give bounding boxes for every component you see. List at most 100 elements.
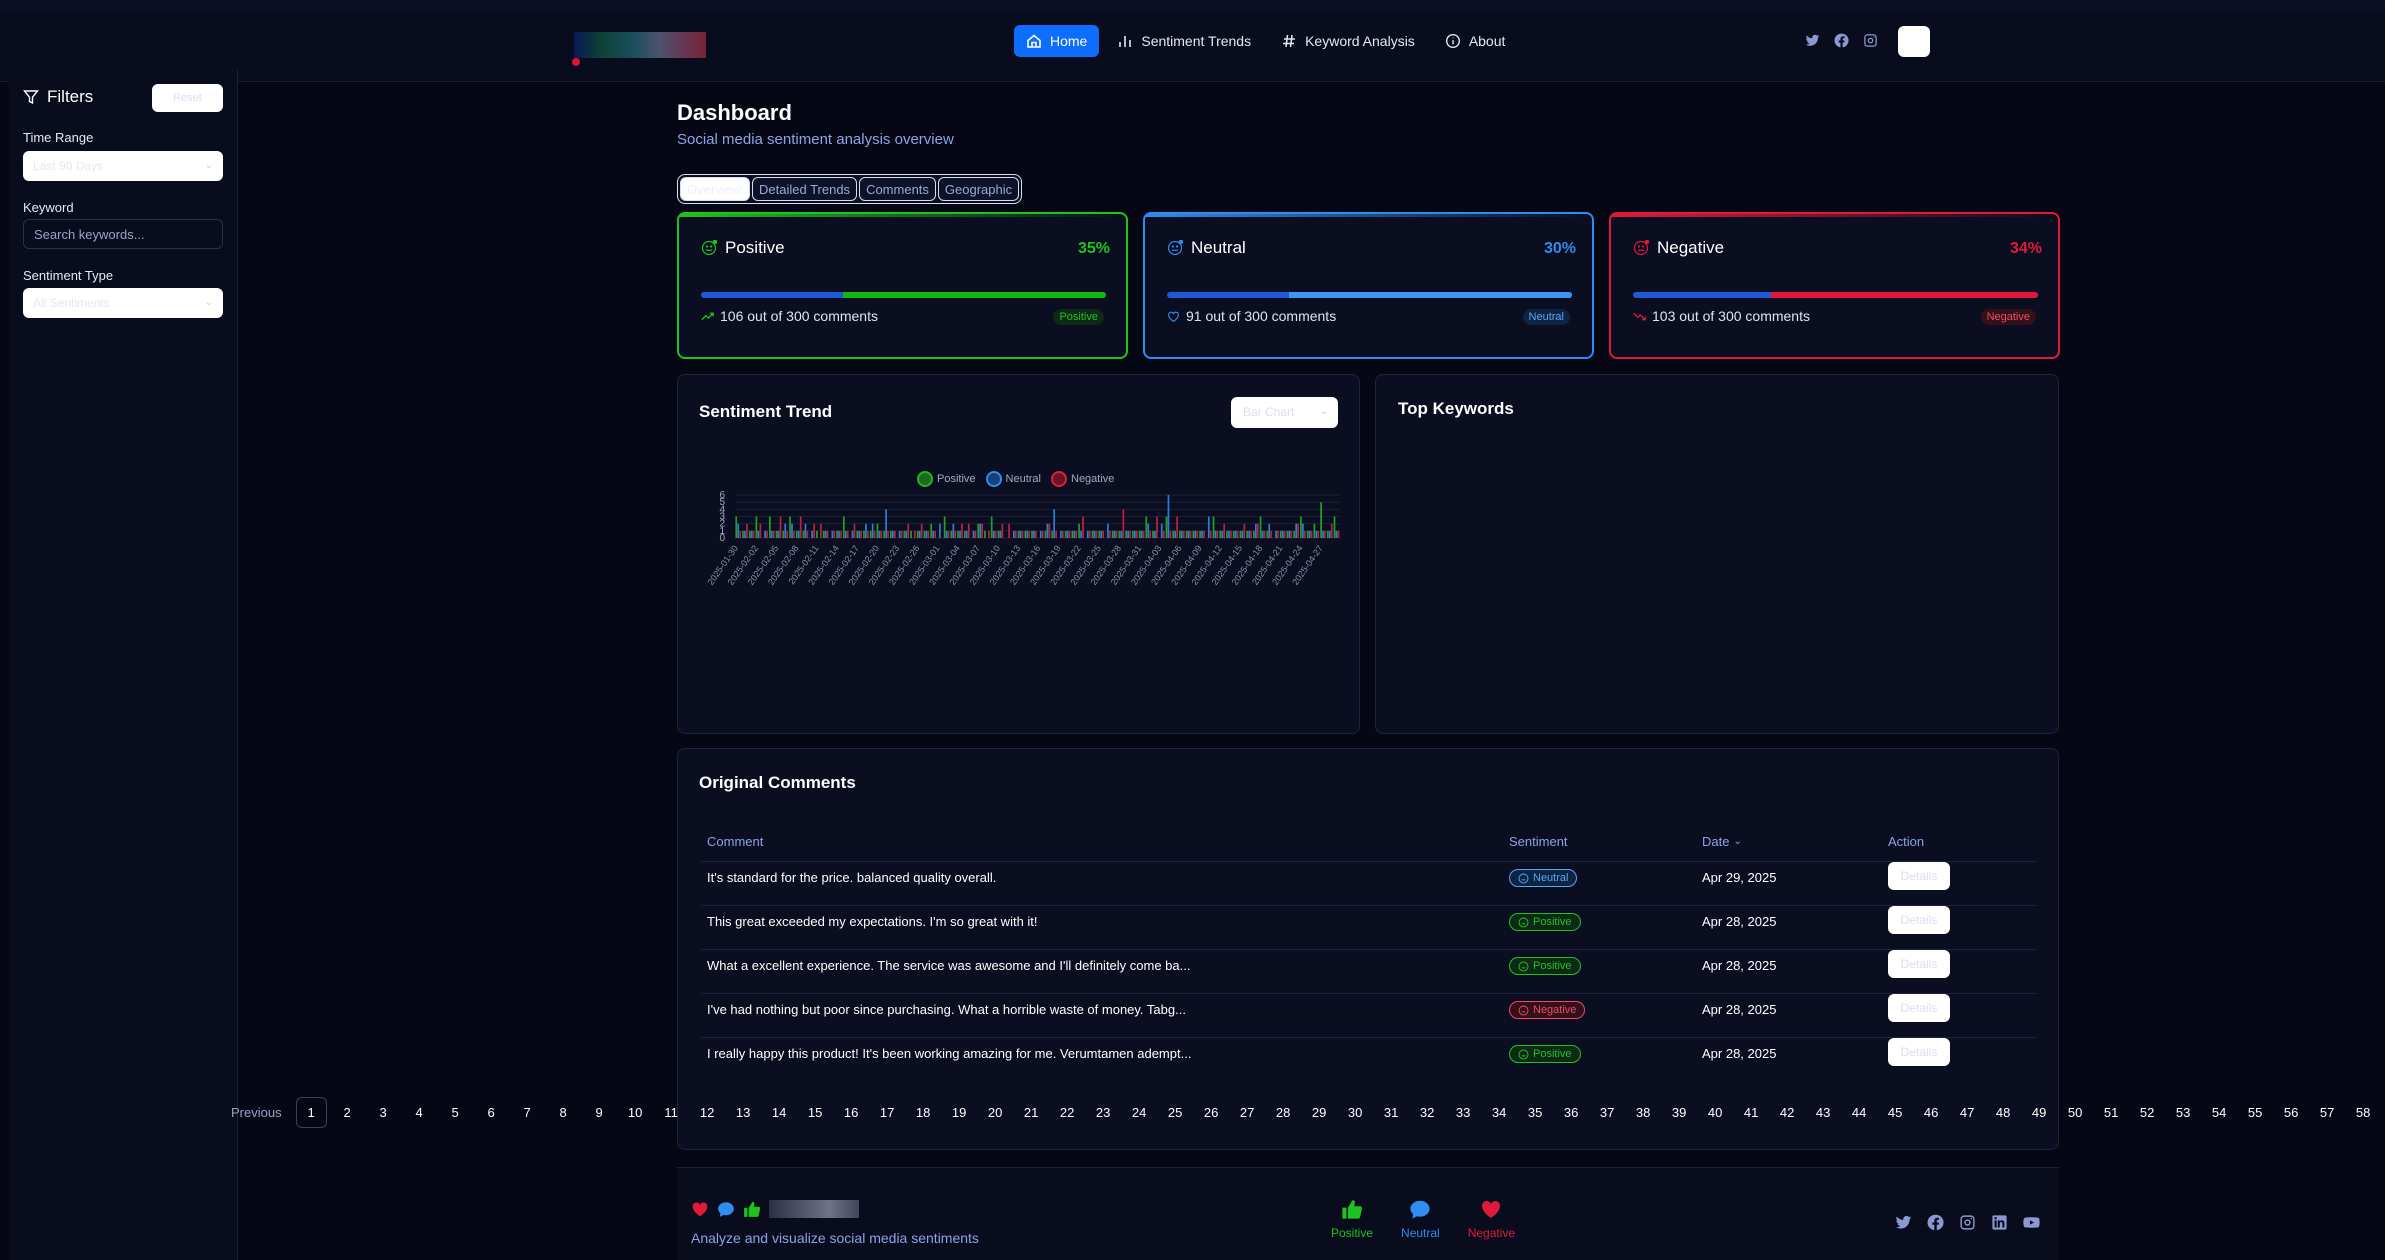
twitter-icon[interactable] [1895, 1214, 1912, 1231]
page-number-1[interactable]: 1 [295, 1096, 327, 1128]
bar-neutral[interactable] [1140, 530, 1143, 538]
bar-neutral[interactable] [1187, 530, 1190, 538]
bar-negative[interactable] [1088, 530, 1091, 538]
bar-positive[interactable] [836, 530, 838, 538]
bar-negative[interactable] [793, 530, 795, 538]
tab-comments[interactable]: Comments [859, 177, 936, 201]
page-number-46[interactable]: 46 [1916, 1097, 1947, 1128]
bar-neutral[interactable] [858, 530, 861, 538]
page-number-16[interactable]: 16 [836, 1097, 867, 1128]
bar-neutral[interactable] [1281, 530, 1284, 538]
bar-neutral[interactable] [1154, 530, 1156, 538]
bar-positive[interactable] [903, 530, 906, 538]
page-number-54[interactable]: 54 [2204, 1097, 2235, 1128]
bar-negative[interactable] [1230, 530, 1232, 538]
time-range-select[interactable]: Last 90 Days ⌄ [23, 151, 223, 181]
page-number-2[interactable]: 2 [332, 1097, 363, 1128]
bar-positive[interactable] [769, 516, 771, 539]
bar-neutral[interactable] [965, 530, 968, 538]
bar-negative[interactable] [1196, 530, 1199, 538]
bar-neutral[interactable] [952, 523, 955, 538]
bar-positive[interactable] [1064, 530, 1067, 538]
bar-positive[interactable] [742, 530, 744, 538]
page-number-25[interactable]: 25 [1160, 1097, 1191, 1128]
bar-neutral[interactable] [1315, 530, 1318, 538]
bar-positive[interactable] [1219, 530, 1222, 538]
page-number-6[interactable]: 6 [476, 1097, 507, 1128]
bar-neutral[interactable] [878, 530, 881, 538]
page-number-26[interactable]: 26 [1196, 1097, 1227, 1128]
bar-negative[interactable] [739, 530, 742, 538]
bar-negative[interactable] [1330, 523, 1333, 538]
bar-neutral[interactable] [898, 530, 901, 538]
bar-negative[interactable] [880, 530, 883, 538]
page-number-34[interactable]: 34 [1484, 1097, 1515, 1128]
bar-positive[interactable] [1051, 530, 1054, 538]
page-number-48[interactable]: 48 [1988, 1097, 2019, 1128]
bar-negative[interactable] [920, 523, 923, 538]
bar-neutral[interactable] [1080, 530, 1082, 538]
tab-detailed-trends[interactable]: Detailed Trends [752, 177, 858, 201]
bar-neutral[interactable] [1160, 523, 1163, 538]
page-number-40[interactable]: 40 [1700, 1097, 1731, 1128]
bar-neutral[interactable] [1113, 530, 1116, 538]
bar-positive[interactable] [869, 530, 872, 538]
nav-keyword-analysis[interactable]: Keyword Analysis [1269, 25, 1427, 57]
bar-negative[interactable] [1156, 516, 1158, 539]
bar-neutral[interactable] [1295, 523, 1297, 538]
instagram-icon[interactable] [1863, 33, 1878, 48]
page-number-13[interactable]: 13 [728, 1097, 759, 1128]
bar-neutral[interactable] [804, 523, 807, 538]
bar-negative[interactable] [833, 530, 836, 538]
sentiment-type-select[interactable]: All Sentiments ⌄ [23, 288, 223, 318]
bar-negative[interactable] [900, 530, 903, 538]
page-number-56[interactable]: 56 [2276, 1097, 2307, 1128]
bar-positive[interactable] [1138, 530, 1141, 538]
bar-positive[interactable] [957, 530, 959, 538]
bar-negative[interactable] [1263, 530, 1266, 538]
bar-neutral[interactable] [1107, 523, 1109, 538]
bar-negative[interactable] [1135, 530, 1138, 538]
bar-negative[interactable] [1055, 530, 1057, 538]
col-date-header[interactable]: Date ⌄ [1702, 834, 1742, 849]
bar-negative[interactable] [974, 530, 977, 538]
bar-positive[interactable] [1185, 530, 1188, 538]
bar-neutral[interactable] [784, 523, 787, 538]
bar-positive[interactable] [755, 516, 758, 539]
bar-positive[interactable] [1226, 530, 1228, 538]
bar-positive[interactable] [1172, 530, 1175, 538]
bar-positive[interactable] [997, 530, 1000, 538]
bar-neutral[interactable] [1012, 530, 1015, 538]
bar-negative[interactable] [867, 530, 869, 538]
bar-negative[interactable] [1277, 530, 1279, 538]
bar-positive[interactable] [1091, 530, 1094, 538]
bar-neutral[interactable] [838, 530, 840, 538]
bar-positive[interactable] [1031, 530, 1033, 538]
details-button[interactable]: Details [1888, 1038, 1950, 1066]
bar-positive[interactable] [822, 530, 825, 538]
bar-positive[interactable] [1118, 530, 1121, 538]
bar-neutral[interactable] [1060, 530, 1062, 538]
page-number-35[interactable]: 35 [1520, 1097, 1551, 1128]
bar-neutral[interactable] [1046, 523, 1049, 538]
bar-positive[interactable] [1232, 530, 1235, 538]
bar-neutral[interactable] [1234, 530, 1237, 538]
details-button[interactable]: Details [1888, 950, 1950, 978]
bar-negative[interactable] [1290, 530, 1293, 538]
bar-negative[interactable] [1203, 530, 1205, 538]
bar-positive[interactable] [1300, 516, 1302, 539]
bar-neutral[interactable] [1261, 530, 1264, 538]
bar-neutral[interactable] [1214, 530, 1217, 538]
page-number-41[interactable]: 41 [1736, 1097, 1767, 1128]
bar-positive[interactable] [1145, 516, 1148, 539]
page-number-39[interactable]: 39 [1664, 1097, 1695, 1128]
bar-neutral[interactable] [1167, 495, 1170, 538]
bar-negative[interactable] [1115, 530, 1118, 538]
bar-positive[interactable] [1266, 530, 1269, 538]
bar-positive[interactable] [1071, 530, 1074, 538]
bar-neutral[interactable] [1207, 516, 1210, 539]
page-number-58[interactable]: 58 [2348, 1097, 2379, 1128]
bar-neutral[interactable] [972, 530, 975, 538]
bar-negative[interactable] [1183, 530, 1185, 538]
bar-negative[interactable] [1223, 523, 1226, 538]
